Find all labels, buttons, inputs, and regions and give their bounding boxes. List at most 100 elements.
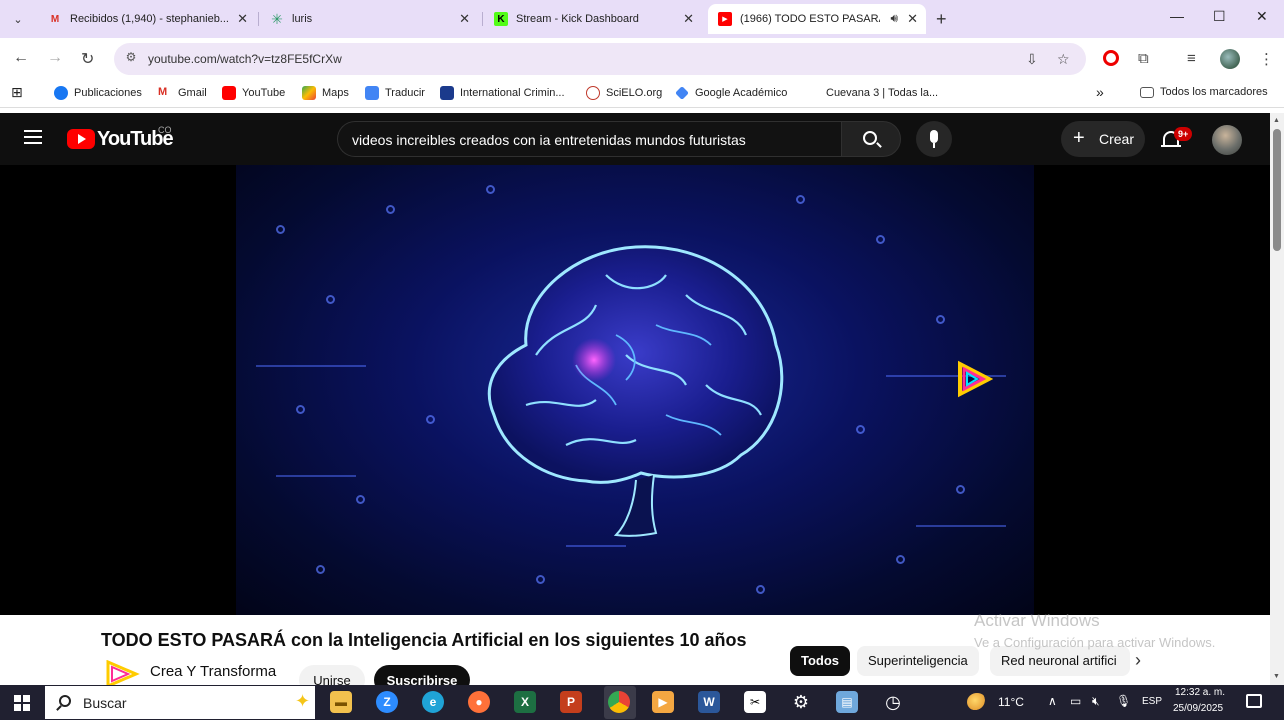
- bookmark-item[interactable]: International Crimin...: [440, 86, 565, 100]
- tab-gmail[interactable]: M Recibidos (1,940) - stephanieb... ✕: [38, 4, 256, 34]
- tab-luris[interactable]: ✳ luris ✕: [260, 4, 478, 34]
- notification-center-icon[interactable]: [1246, 694, 1262, 708]
- settings-icon[interactable]: ⚙: [790, 691, 812, 713]
- search-button[interactable]: [841, 121, 901, 157]
- scroll-up-icon[interactable]: ▲: [1273, 117, 1280, 124]
- capcut-icon[interactable]: ✂: [744, 691, 766, 713]
- bookmark-item[interactable]: Maps: [302, 86, 349, 100]
- reload-button[interactable]: ↻: [81, 49, 94, 69]
- tab-search-button[interactable]: ⌄: [6, 8, 30, 30]
- weather-icon[interactable]: [967, 693, 987, 711]
- network-app-icon[interactable]: ▤: [836, 691, 858, 713]
- voice-search-button[interactable]: [916, 121, 952, 157]
- clock-app-icon[interactable]: ◷: [882, 691, 904, 713]
- chrome-icon[interactable]: [608, 691, 630, 713]
- edge-icon[interactable]: e: [422, 691, 444, 713]
- search-query-text[interactable]: videos increibles creados con ia entrete…: [352, 132, 746, 148]
- bookmark-item[interactable]: Google Académico: [675, 86, 787, 100]
- youtube-header: YouTube CO videos increibles creados con…: [0, 113, 1270, 165]
- windows-taskbar: Buscar ✦ ▬ Z e ● X P ▶ W ✂ ⚙ ▤ ◷ 11°C ∧ …: [0, 685, 1284, 720]
- activate-windows-title: Activar Windows: [974, 611, 1100, 630]
- youtube-logo-icon[interactable]: [67, 129, 95, 149]
- account-avatar[interactable]: [1212, 125, 1242, 155]
- chip-superinteligencia[interactable]: Superinteligencia: [857, 646, 979, 676]
- close-tab-icon[interactable]: ✕: [237, 11, 248, 27]
- url-text[interactable]: youtube.com/watch?v=tz8FE5fCrXw: [148, 52, 342, 66]
- maps-icon: [302, 86, 316, 100]
- forward-button[interactable]: →: [47, 49, 63, 67]
- create-button[interactable]: + Crear: [1061, 121, 1145, 157]
- maximize-button[interactable]: ☐: [1213, 8, 1226, 25]
- bookmark-item[interactable]: M Gmail: [158, 86, 207, 100]
- apps-grid-icon[interactable]: ⊞: [11, 84, 23, 101]
- excel-icon[interactable]: X: [514, 691, 536, 713]
- profile-avatar[interactable]: [1220, 49, 1240, 69]
- all-bookmarks-folder[interactable]: Todos los marcadores: [1140, 86, 1268, 98]
- icc-icon: [440, 86, 454, 100]
- powerpoint-icon[interactable]: P: [560, 691, 582, 713]
- clock-date[interactable]: 25/09/2025: [1173, 703, 1223, 714]
- close-tab-icon[interactable]: ✕: [683, 11, 694, 27]
- bookmark-item[interactable]: SciELO.org: [586, 86, 662, 100]
- microphone-tray-icon[interactable]: 🎙︎: [1116, 694, 1131, 708]
- back-button[interactable]: ←: [13, 49, 29, 67]
- bookmark-item[interactable]: Publicaciones: [54, 86, 142, 100]
- word-icon[interactable]: W: [698, 691, 720, 713]
- battery-icon[interactable]: ▭: [1070, 694, 1081, 708]
- taskbar-search[interactable]: Buscar ✦: [45, 686, 315, 719]
- close-window-button[interactable]: ✕: [1256, 8, 1268, 25]
- chip-todos[interactable]: Todos: [790, 646, 851, 676]
- opera-extension-icon[interactable]: [1103, 50, 1119, 66]
- language-indicator[interactable]: ESP: [1142, 696, 1162, 707]
- file-explorer-icon[interactable]: ▬: [330, 691, 352, 713]
- tab-kick[interactable]: K Stream - Kick Dashboard ✕: [484, 4, 702, 34]
- bookmark-item[interactable]: Cuevana 3 | Todas la...: [806, 86, 938, 100]
- bookmark-star-icon[interactable]: ☆: [1057, 51, 1070, 68]
- install-app-icon[interactable]: ⇩: [1026, 51, 1038, 68]
- tray-overflow-icon[interactable]: ∧: [1048, 694, 1057, 708]
- scrollbar-thumb[interactable]: [1273, 129, 1281, 251]
- site-info-icon[interactable]: ⚙: [122, 50, 140, 68]
- bookmark-item[interactable]: Traducir: [365, 86, 425, 100]
- channel-name[interactable]: Crea Y Transforma: [150, 663, 276, 680]
- bookmark-label: Todos los marcadores: [1160, 86, 1268, 98]
- bookmarks-overflow-button[interactable]: »: [1096, 84, 1104, 100]
- page-scrollbar[interactable]: ▲ ▼: [1270, 113, 1284, 685]
- arrow-left-icon: ←: [13, 49, 29, 66]
- tab-youtube-active[interactable]: ▶ (1966) TODO ESTO PASARÁ 🔊︎ ✕: [708, 4, 926, 34]
- bookmark-label: YouTube: [242, 87, 286, 99]
- windows-start-icon[interactable]: [14, 695, 30, 711]
- scielo-icon: [586, 86, 600, 100]
- kebab-menu-icon[interactable]: ⋮: [1259, 50, 1274, 68]
- close-tab-icon[interactable]: ✕: [459, 11, 470, 27]
- speaker-icon[interactable]: 🔊︎: [890, 11, 898, 26]
- new-tab-button[interactable]: +: [936, 9, 947, 30]
- volume-muted-icon[interactable]: 🔇︎: [1092, 694, 1100, 709]
- bookmark-label: Cuevana 3 | Todas la...: [826, 87, 939, 99]
- tab-title: Recibidos (1,940) - stephanieb...: [70, 13, 229, 25]
- bookmark-label: Publicaciones: [74, 87, 142, 99]
- close-tab-icon[interactable]: ✕: [907, 11, 918, 27]
- channel-avatar[interactable]: [104, 660, 140, 688]
- tab-separator: [482, 12, 483, 26]
- scroll-down-icon[interactable]: ▼: [1273, 673, 1280, 680]
- bookmark-item[interactable]: YouTube: [222, 86, 285, 100]
- video-frame[interactable]: [236, 165, 1034, 615]
- weather-temperature[interactable]: 11°C: [998, 695, 1024, 709]
- chevron-right-icon[interactable]: ›: [1135, 650, 1141, 671]
- tab-title: (1966) TODO ESTO PASARÁ: [740, 13, 880, 25]
- microphone-icon: [930, 130, 938, 143]
- extensions-puzzle-icon[interactable]: ⧉: [1138, 50, 1149, 67]
- firefox-icon[interactable]: ●: [468, 691, 490, 713]
- video-player[interactable]: [0, 165, 1270, 615]
- search-input[interactable]: videos increibles creados con ia entrete…: [337, 121, 841, 157]
- minimize-button[interactable]: —: [1170, 8, 1184, 24]
- zoom-icon[interactable]: Z: [376, 691, 398, 713]
- media-control-icon[interactable]: ≡: [1187, 50, 1196, 67]
- sparkle-icon: ✦: [295, 691, 311, 711]
- hamburger-menu-icon[interactable]: [24, 130, 42, 148]
- chip-red-neuronal[interactable]: Red neuronal artifici: [990, 646, 1130, 676]
- media-player-icon[interactable]: ▶: [652, 691, 674, 713]
- clock-time[interactable]: 12:32 a. m.: [1175, 687, 1225, 698]
- address-bar[interactable]: ⚙ youtube.com/watch?v=tz8FE5fCrXw ⇩ ☆: [114, 43, 1086, 75]
